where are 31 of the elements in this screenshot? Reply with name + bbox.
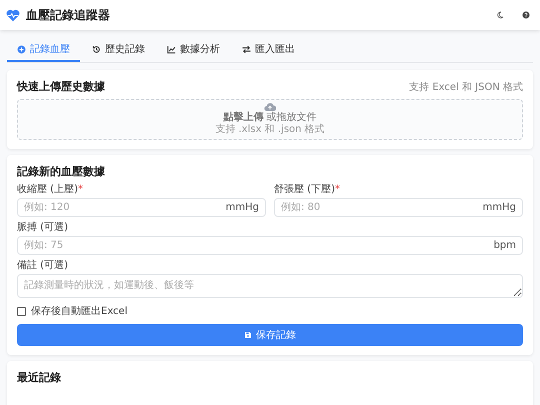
field-label: 脈搏 (可選) xyxy=(17,220,68,234)
plus-circle-icon xyxy=(17,44,26,54)
format-hint: 支持 Excel 和 JSON 格式 xyxy=(409,80,523,94)
moon-icon[interactable] xyxy=(496,11,504,19)
upload-title: 快速上傳歷史數據 xyxy=(17,79,105,94)
field-label: 收縮壓 (上壓)* xyxy=(17,182,83,196)
unit-label: mmHg xyxy=(226,202,259,213)
help-icon[interactable] xyxy=(522,11,530,19)
nav-tab[interactable]: 匯入匯出 xyxy=(232,38,305,62)
cloud-upload-icon xyxy=(264,103,276,111)
nav-tab[interactable]: 歷史記錄 xyxy=(82,38,155,62)
unit-label: mmHg xyxy=(482,202,516,213)
field-label: 備註 (可選) xyxy=(17,258,68,272)
nav-tab[interactable]: 數據分析 xyxy=(157,38,230,62)
line-chart-icon xyxy=(167,44,176,54)
field-label: 舒張壓 (下壓)* xyxy=(274,183,340,196)
app-title: 血壓記錄追蹤器 xyxy=(26,6,110,24)
file-drop-zone[interactable]: 點擊上傳 或拖放文件 支持 .xlsx 和 .json 格式 xyxy=(17,99,523,140)
save-button[interactable]: 保存記錄 xyxy=(17,324,523,346)
upload-instruction: 點擊上傳 或拖放文件 xyxy=(223,112,317,124)
supported-formats: 支持 .xlsx 和 .json 格式 xyxy=(215,124,325,136)
swap-arrows-icon xyxy=(242,44,251,54)
heart-pulse-icon xyxy=(6,8,20,22)
checkbox[interactable] xyxy=(17,306,26,316)
nav-tab[interactable]: 記錄血壓 xyxy=(7,38,80,62)
notes-textarea[interactable]: 記錄測量時的狀況，如運動後、飯後等 xyxy=(17,274,523,298)
unit-label: bpm xyxy=(494,240,516,251)
checkbox-label: 保存後自動匯出Excel xyxy=(31,304,128,318)
form-title: 記錄新的血壓數據 xyxy=(17,164,105,179)
recent-title: 最近記錄 xyxy=(17,370,61,385)
history-icon xyxy=(92,44,101,54)
